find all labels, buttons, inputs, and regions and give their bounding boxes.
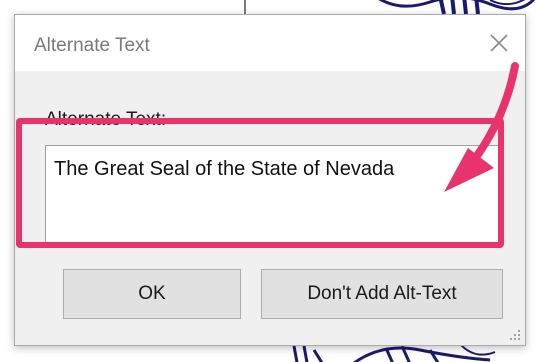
dialog-titlebar: Alternate Text — [15, 15, 525, 71]
dialog-title: Alternate Text — [34, 35, 150, 56]
resize-grip-icon[interactable] — [510, 330, 522, 342]
alt-text-label: Alternate Text: — [45, 109, 167, 130]
dont-add-alt-text-button[interactable]: Don't Add Alt-Text — [261, 269, 503, 319]
alt-text-input[interactable]: The Great Seal of the State of Nevada — [45, 145, 503, 245]
ok-button[interactable]: OK — [63, 269, 241, 319]
close-button[interactable] — [473, 15, 525, 71]
screen: Alternate Text Alternate Text: The Great… — [0, 0, 535, 362]
alternate-text-dialog: Alternate Text Alternate Text: The Great… — [14, 14, 526, 346]
close-icon — [490, 34, 508, 52]
background-divider — [244, 0, 246, 14]
